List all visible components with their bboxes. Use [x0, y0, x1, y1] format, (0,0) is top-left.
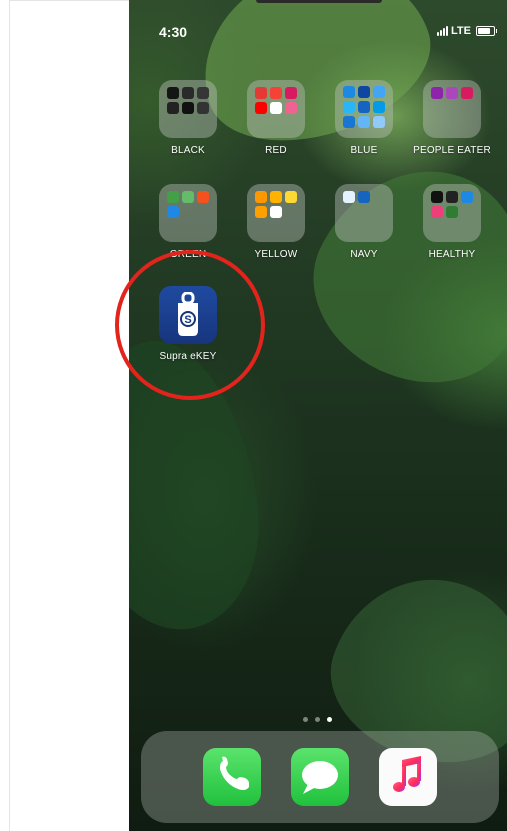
- folder-healthy[interactable]: HEALTHY: [410, 184, 494, 260]
- folder-icon: [247, 184, 305, 242]
- folder-yellow[interactable]: YELLOW: [234, 184, 318, 260]
- blue-app-icon: [373, 86, 385, 98]
- folder-black[interactable]: BLACK: [146, 80, 230, 156]
- green-app-icon: [167, 191, 179, 203]
- folder-people-eater[interactable]: PEOPLE EATER: [410, 80, 494, 156]
- folder-icon: [159, 184, 217, 242]
- folder-icon: [423, 80, 481, 138]
- battery-icon: [476, 26, 497, 36]
- lockbox-shape: S: [178, 292, 198, 336]
- svg-text:S: S: [184, 314, 191, 326]
- yellow-app-icon: [255, 191, 267, 203]
- blue-app-icon: [358, 86, 370, 98]
- folder-label: GREEN: [169, 249, 207, 260]
- folder-icon: [335, 80, 393, 138]
- blue-app-icon: [373, 116, 385, 128]
- dock: [141, 731, 499, 823]
- supra-ekey-lockbox-icon: S: [159, 286, 217, 344]
- messages-app[interactable]: [291, 748, 349, 806]
- folder-label: BLACK: [171, 145, 205, 156]
- green-app-icon: [182, 191, 194, 203]
- blue-app-icon: [343, 86, 355, 98]
- black-app-icon: [167, 102, 179, 114]
- folder-icon: [335, 184, 393, 242]
- network-type: LTE: [451, 25, 471, 37]
- black-app-icon: [182, 102, 194, 114]
- folder-label: YELLOW: [254, 249, 298, 260]
- blue-app-icon: [358, 116, 370, 128]
- status-indicators: LTE: [437, 25, 497, 37]
- speech-bubble-icon: [302, 761, 338, 794]
- music-app[interactable]: [379, 748, 437, 806]
- red-app-icon: [270, 102, 282, 114]
- health-app-icon: [431, 206, 443, 218]
- blue-app-icon: [343, 116, 355, 128]
- purple-app-icon: [461, 87, 473, 99]
- folder-label: PEOPLE EATER: [413, 145, 491, 156]
- navy-app-icon: [358, 191, 370, 203]
- left-page-border: [9, 0, 10, 831]
- page-dot: [303, 717, 308, 722]
- leaf-highlight: [283, 134, 507, 416]
- folder-label: HEALTHY: [428, 249, 476, 260]
- app-label: Supra eKEY: [159, 351, 217, 362]
- black-app-icon: [197, 102, 209, 114]
- green-app-icon: [167, 206, 179, 218]
- folder-icon: [247, 80, 305, 138]
- page-dot-current: [327, 717, 332, 722]
- health-app-icon: [461, 191, 473, 203]
- yellow-app-icon: [285, 191, 297, 203]
- purple-app-icon: [431, 87, 443, 99]
- purple-app-icon: [446, 87, 458, 99]
- folder-label: NAVY: [350, 249, 378, 260]
- black-app-icon: [182, 87, 194, 99]
- folder-blue[interactable]: BLUE: [322, 80, 406, 156]
- black-app-icon: [167, 87, 179, 99]
- black-app-icon: [197, 87, 209, 99]
- red-app-icon: [285, 102, 297, 114]
- folder-navy[interactable]: NAVY: [322, 184, 406, 260]
- yellow-app-icon: [270, 191, 282, 203]
- folder-green[interactable]: GREEN: [146, 184, 230, 260]
- blue-app-icon: [358, 101, 370, 113]
- health-app-icon: [431, 191, 443, 203]
- folder-icon: [159, 80, 217, 138]
- health-app-icon: [446, 206, 458, 218]
- page-indicator[interactable]: [303, 717, 332, 722]
- red-app-icon: [255, 102, 267, 114]
- red-app-icon: [255, 87, 267, 99]
- red-app-icon: [270, 87, 282, 99]
- top-page-border: [9, 0, 129, 1]
- blue-app-icon: [343, 101, 355, 113]
- green-app-icon: [197, 191, 209, 203]
- page-dot: [315, 717, 320, 722]
- phone-screen: 4:30 LTE BLACK RED BLUE PEOPLE EATER GRE…: [129, 0, 507, 831]
- status-time: 4:30: [159, 24, 188, 40]
- folder-icon: [423, 184, 481, 242]
- yellow-app-icon: [270, 206, 282, 218]
- app-supra-ekey[interactable]: S Supra eKEY: [146, 286, 230, 362]
- red-app-icon: [285, 87, 297, 99]
- folder-label: BLUE: [350, 145, 378, 156]
- blue-app-icon: [373, 101, 385, 113]
- page: 4:30 LTE BLACK RED BLUE PEOPLE EATER GRE…: [0, 0, 507, 831]
- top-bezel: [256, 0, 382, 3]
- folder-label: RED: [265, 145, 287, 156]
- yellow-app-icon: [255, 206, 267, 218]
- signal-icon: [437, 26, 449, 36]
- folder-red[interactable]: RED: [234, 80, 318, 156]
- leaf-highlight: [129, 329, 274, 641]
- health-app-icon: [446, 191, 458, 203]
- music-note-icon: [393, 756, 421, 792]
- navy-app-icon: [343, 191, 355, 203]
- phone-app[interactable]: [203, 748, 261, 806]
- phone-icon: [219, 756, 249, 791]
